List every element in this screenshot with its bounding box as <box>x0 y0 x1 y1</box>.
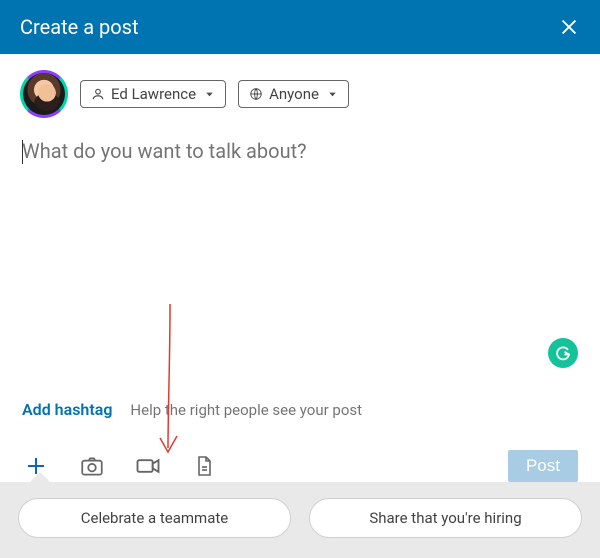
document-icon <box>192 454 216 478</box>
text-cursor <box>22 140 23 164</box>
chevron-down-icon <box>327 89 338 100</box>
suggestion-celebrate[interactable]: Celebrate a teammate <box>18 498 291 538</box>
camera-icon <box>79 453 105 479</box>
suggestion-hiring[interactable]: Share that you're hiring <box>309 498 582 538</box>
hashtag-row: Add hashtag Help the right people see yo… <box>22 400 578 419</box>
author-name: Ed Lawrence <box>111 85 196 103</box>
modal-title: Create a post <box>20 15 139 39</box>
grammarly-icon <box>554 344 572 362</box>
compose-area[interactable]: What do you want to talk about? <box>0 128 600 378</box>
suggestion-bar: Celebrate a teammate Share that you're h… <box>0 482 600 558</box>
visibility-label: Anyone <box>269 85 319 103</box>
add-hashtag-link[interactable]: Add hashtag <box>22 400 112 419</box>
visibility-selector[interactable]: Anyone <box>238 80 349 108</box>
globe-icon <box>249 87 263 101</box>
person-icon <box>91 87 105 101</box>
compose-placeholder: What do you want to talk about? <box>22 138 578 164</box>
suggestion-pointer <box>30 472 50 482</box>
add-document-button[interactable] <box>190 452 218 480</box>
add-video-button[interactable] <box>134 452 162 480</box>
hashtag-hint: Help the right people see your post <box>130 401 362 419</box>
post-button[interactable]: Post <box>508 450 578 482</box>
author-selector[interactable]: Ed Lawrence <box>80 80 226 108</box>
avatar[interactable] <box>20 70 68 118</box>
add-photo-button[interactable] <box>78 452 106 480</box>
close-icon <box>558 16 580 38</box>
post-context-row: Ed Lawrence Anyone <box>0 54 600 128</box>
chevron-down-icon <box>204 89 215 100</box>
modal-header: Create a post <box>0 0 600 54</box>
grammarly-badge[interactable] <box>548 338 578 368</box>
video-icon <box>134 452 162 480</box>
close-button[interactable] <box>558 16 580 38</box>
